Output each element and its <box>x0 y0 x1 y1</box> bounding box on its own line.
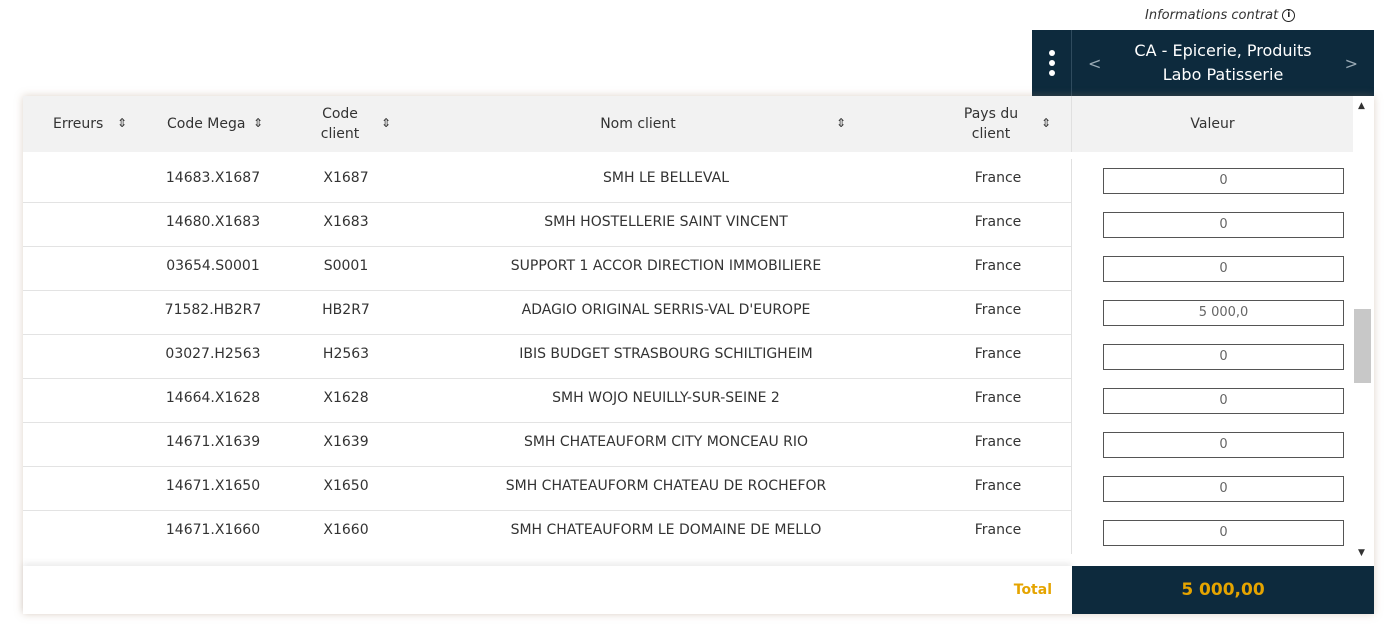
header-valeur: Valeur <box>1071 96 1353 152</box>
pays-client-cell: France <box>974 258 1022 274</box>
nom-client-cell: SMH CHATEAUFORM CITY MONCEAU RIO <box>523 434 809 450</box>
scrollbar-thumb[interactable] <box>1354 309 1371 383</box>
nom-client-cell: SMH HOSTELLERIE SAINT VINCENT <box>544 214 788 230</box>
table-row: 03654.S0001 S0001 SUPPORT 1 ACCOR DIRECT… <box>23 247 1353 291</box>
header-code-mega[interactable]: Code Mega ⇕ <box>167 96 277 152</box>
informations-contrat-link[interactable]: Informations contrat i <box>1145 6 1296 24</box>
table-row: 14664.X1628 X1628 SMH WOJO NEUILLY-SUR-S… <box>23 379 1353 423</box>
erreurs-cell <box>53 467 133 511</box>
sort-pays-client-icon[interactable]: ⇕ <box>1041 116 1051 130</box>
code-mega-cell: 14671.X1639 <box>165 434 261 450</box>
valeur-input[interactable]: 0 <box>1103 476 1344 502</box>
sort-code-mega-icon[interactable]: ⇕ <box>253 116 263 130</box>
erreurs-cell <box>53 511 133 554</box>
nom-client-cell: SMH LE BELLEVAL <box>603 170 729 186</box>
erreurs-cell <box>53 291 133 335</box>
nom-client-cell: ADAGIO ORIGINAL SERRIS-VAL D'EUROPE <box>521 302 811 318</box>
code-mega-cell: 14664.X1628 <box>165 390 261 406</box>
table-body: 14683.X1687 X1687 SMH LE BELLEVAL France… <box>23 159 1353 554</box>
nom-client-cell: SMH WOJO NEUILLY-SUR-SEINE 2 <box>552 390 780 406</box>
erreurs-cell <box>53 423 133 467</box>
code-mega-cell: 14671.X1660 <box>165 522 261 538</box>
total-value: 5 000,00 <box>1181 580 1265 600</box>
code-client-cell: X1628 <box>323 390 369 406</box>
valeur-input[interactable]: 0 <box>1103 212 1344 238</box>
header-nom-client[interactable]: Nom client ⇕ <box>423 96 853 152</box>
nom-client-cell: IBIS BUDGET STRASBOURG SCHILTIGHEIM <box>519 346 813 362</box>
code-mega-cell: 14680.X1683 <box>165 214 261 230</box>
table-row: 14683.X1687 X1687 SMH LE BELLEVAL France… <box>23 159 1353 203</box>
code-mega-cell: 71582.HB2R7 <box>164 302 262 318</box>
header-erreurs[interactable]: Erreurs ⇕ <box>53 96 133 152</box>
table-row: 14671.X1650 X1650 SMH CHATEAUFORM CHATEA… <box>23 467 1353 511</box>
table-row: 71582.HB2R7 HB2R7 ADAGIO ORIGINAL SERRIS… <box>23 291 1353 335</box>
code-client-cell: X1687 <box>323 170 369 186</box>
table-row: 14680.X1683 X1683 SMH HOSTELLERIE SAINT … <box>23 203 1353 247</box>
code-client-cell: H2563 <box>322 346 370 362</box>
table-row: 03027.H2563 H2563 IBIS BUDGET STRASBOURG… <box>23 335 1353 379</box>
code-mega-cell: 14671.X1650 <box>165 478 261 494</box>
code-mega-cell: 03654.S0001 <box>166 258 260 274</box>
erreurs-cell <box>53 379 133 423</box>
header-pays-client[interactable]: Pays du client ⇕ <box>953 96 1053 152</box>
info-circle-icon[interactable]: i <box>1282 8 1296 22</box>
pays-client-cell: France <box>974 170 1022 186</box>
valeur-input[interactable]: 0 <box>1103 432 1344 458</box>
code-client-cell: X1639 <box>323 434 369 450</box>
pays-client-cell: France <box>974 434 1022 450</box>
valeur-input[interactable]: 0 <box>1103 388 1344 414</box>
sort-code-client-icon[interactable]: ⇕ <box>381 116 391 130</box>
valeur-input[interactable]: 0 <box>1103 344 1344 370</box>
kebab-menu-icon[interactable] <box>1032 30 1072 96</box>
pays-client-cell: France <box>974 522 1022 538</box>
scroll-down-arrow-icon[interactable]: ▼ <box>1358 548 1365 558</box>
erreurs-cell <box>53 247 133 291</box>
table-footer: Total 5 000,00 <box>23 566 1374 614</box>
total-label: Total <box>1013 582 1052 598</box>
vertical-scrollbar[interactable]: ▲ ▼ <box>1353 96 1374 566</box>
column-title: CA - Epicerie, Produits Labo Patisserie <box>1134 41 1312 84</box>
valeur-input[interactable]: 5 000,0 <box>1103 300 1344 326</box>
code-mega-cell: 03027.H2563 <box>165 346 261 362</box>
pays-client-cell: France <box>974 346 1022 362</box>
pays-client-cell: France <box>974 390 1022 406</box>
erreurs-cell <box>53 203 133 247</box>
scroll-up-arrow-icon[interactable]: ▲ <box>1358 101 1365 111</box>
pays-client-cell: France <box>974 214 1022 230</box>
clients-table: Erreurs ⇕ Code Mega ⇕ Code client ⇕ Nom … <box>23 96 1374 614</box>
nom-client-cell: SUPPORT 1 ACCOR DIRECTION IMMOBILIERE <box>510 258 822 274</box>
header-code-client[interactable]: Code client ⇕ <box>315 96 395 152</box>
pays-client-cell: France <box>974 478 1022 494</box>
pays-client-cell: France <box>974 302 1022 318</box>
erreurs-cell <box>53 335 133 379</box>
previous-column-arrow-icon[interactable]: < <box>1088 54 1101 73</box>
valeur-input[interactable]: 0 <box>1103 168 1344 194</box>
code-client-cell: X1683 <box>323 214 369 230</box>
nom-client-cell: SMH CHATEAUFORM CHATEAU DE ROCHEFOR <box>505 478 827 494</box>
valeur-input[interactable]: 0 <box>1103 256 1344 282</box>
code-client-cell: X1660 <box>323 522 369 538</box>
informations-contrat-label: Informations contrat <box>1145 7 1279 23</box>
code-client-cell: HB2R7 <box>322 302 370 318</box>
code-mega-cell: 14683.X1687 <box>165 170 261 186</box>
table-row: 14671.X1639 X1639 SMH CHATEAUFORM CITY M… <box>23 423 1353 467</box>
next-column-arrow-icon[interactable]: > <box>1345 54 1358 73</box>
sort-nom-client-icon[interactable]: ⇕ <box>836 116 846 130</box>
sort-erreurs-icon[interactable]: ⇕ <box>117 116 127 130</box>
code-client-cell: S0001 <box>323 258 369 274</box>
value-column-header: < CA - Epicerie, Produits Labo Patisseri… <box>1032 30 1374 96</box>
nom-client-cell: SMH CHATEAUFORM LE DOMAINE DE MELLO <box>510 522 822 538</box>
table-row: 14671.X1660 X1660 SMH CHATEAUFORM LE DOM… <box>23 511 1353 554</box>
code-client-cell: X1650 <box>323 478 369 494</box>
valeur-input[interactable]: 0 <box>1103 520 1344 546</box>
erreurs-cell <box>53 159 133 203</box>
